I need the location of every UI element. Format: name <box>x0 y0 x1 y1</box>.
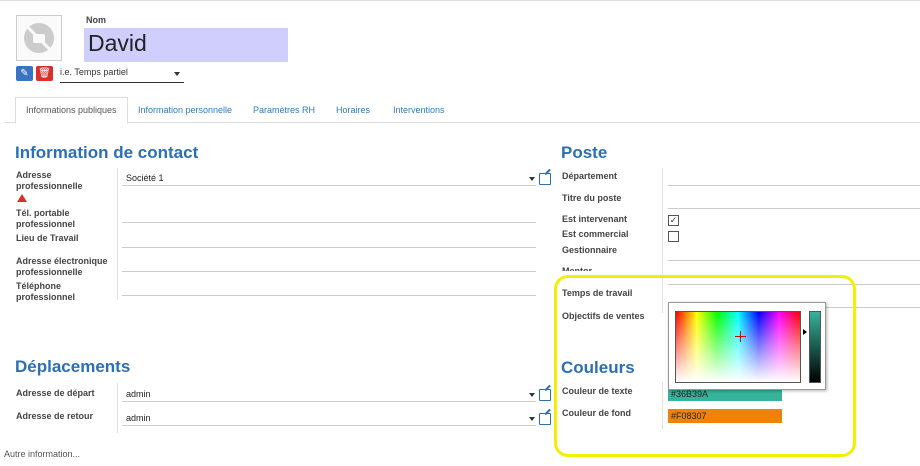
edit-photo-button[interactable]: ✎ <box>16 66 33 81</box>
retour-underline <box>122 425 536 426</box>
tab-horaires[interactable]: Horaires <box>336 98 370 122</box>
highlight-annotation <box>554 275 856 457</box>
no-photo-icon <box>24 23 54 53</box>
tel-portable-field[interactable] <box>122 222 536 223</box>
deplacements-section-title: Déplacements <box>15 357 131 376</box>
chevron-down-icon[interactable] <box>529 417 535 421</box>
autre-information-link[interactable]: Autre information... <box>4 449 80 459</box>
retour-label: Adresse de retour <box>16 411 94 421</box>
departement-label: Département <box>562 171 618 181</box>
titre-poste-field[interactable] <box>668 208 920 209</box>
contact-section-title: Information de contact <box>15 143 199 162</box>
depart-label: Adresse de départ <box>16 388 95 398</box>
delete-photo-button[interactable]: 🗑 <box>36 66 53 81</box>
external-link-icon[interactable] <box>539 173 551 185</box>
tab-interventions[interactable]: Interventions <box>393 98 445 122</box>
external-link-icon[interactable] <box>539 413 551 425</box>
trash-icon: 🗑 <box>38 68 51 79</box>
commercial-checkbox[interactable] <box>668 231 679 242</box>
name-field[interactable]: David <box>88 30 147 57</box>
telephone-pro-label: Téléphone professionnel <box>16 281 76 302</box>
top-divider <box>0 0 920 1</box>
external-link-icon[interactable] <box>539 389 551 401</box>
commercial-label: Est commercial <box>562 229 629 239</box>
gestionnaire-field[interactable] <box>668 260 920 261</box>
tel-portable-label: Tél. portable professionnel <box>16 208 76 229</box>
telephone-pro-field[interactable] <box>122 295 536 296</box>
email-pro-label: Adresse électronique professionnelle <box>16 256 108 277</box>
deplacements-separator <box>117 383 118 433</box>
mentor-label-clipped: Mentor <box>562 266 592 271</box>
departement-field[interactable] <box>668 185 920 186</box>
intervenant-checkbox[interactable]: ✓ <box>668 215 679 226</box>
warning-icon <box>17 194 27 202</box>
chevron-down-icon[interactable] <box>529 393 535 397</box>
adresse-pro-value[interactable]: Société 1 <box>126 173 164 183</box>
pencil-icon: ✎ <box>20 68 29 79</box>
depart-value[interactable]: admin <box>126 389 151 399</box>
gestionnaire-label: Gestionnaire <box>562 245 618 255</box>
employee-photo[interactable] <box>16 15 62 61</box>
adresse-pro-underline <box>122 185 536 186</box>
contact-separator <box>117 168 118 300</box>
chevron-down-icon <box>174 72 180 76</box>
intervenant-label: Est intervenant <box>562 214 628 224</box>
tab-parametres-rh[interactable]: Paramètres RH <box>253 98 315 122</box>
tab-informations-publiques[interactable]: Informations publiques <box>15 97 128 124</box>
work-type-value: i.e. Temps partiel <box>60 67 128 77</box>
adresse-pro-label: Adresse professionnelle <box>16 170 83 191</box>
lieu-travail-field[interactable] <box>122 247 536 248</box>
retour-value[interactable]: admin <box>126 413 151 423</box>
work-type-select[interactable]: i.e. Temps partiel <box>60 67 184 83</box>
titre-poste-label: Titre du poste <box>562 193 622 203</box>
lieu-travail-label: Lieu de Travail <box>16 233 79 243</box>
tab-information-personnelle[interactable]: Information personnelle <box>138 98 232 122</box>
chevron-down-icon[interactable] <box>529 177 535 181</box>
email-pro-field[interactable] <box>122 271 536 272</box>
depart-underline <box>122 401 536 402</box>
poste-section-title: Poste <box>561 143 608 162</box>
tabs-divider <box>4 122 920 123</box>
nom-label: Nom <box>86 15 106 25</box>
